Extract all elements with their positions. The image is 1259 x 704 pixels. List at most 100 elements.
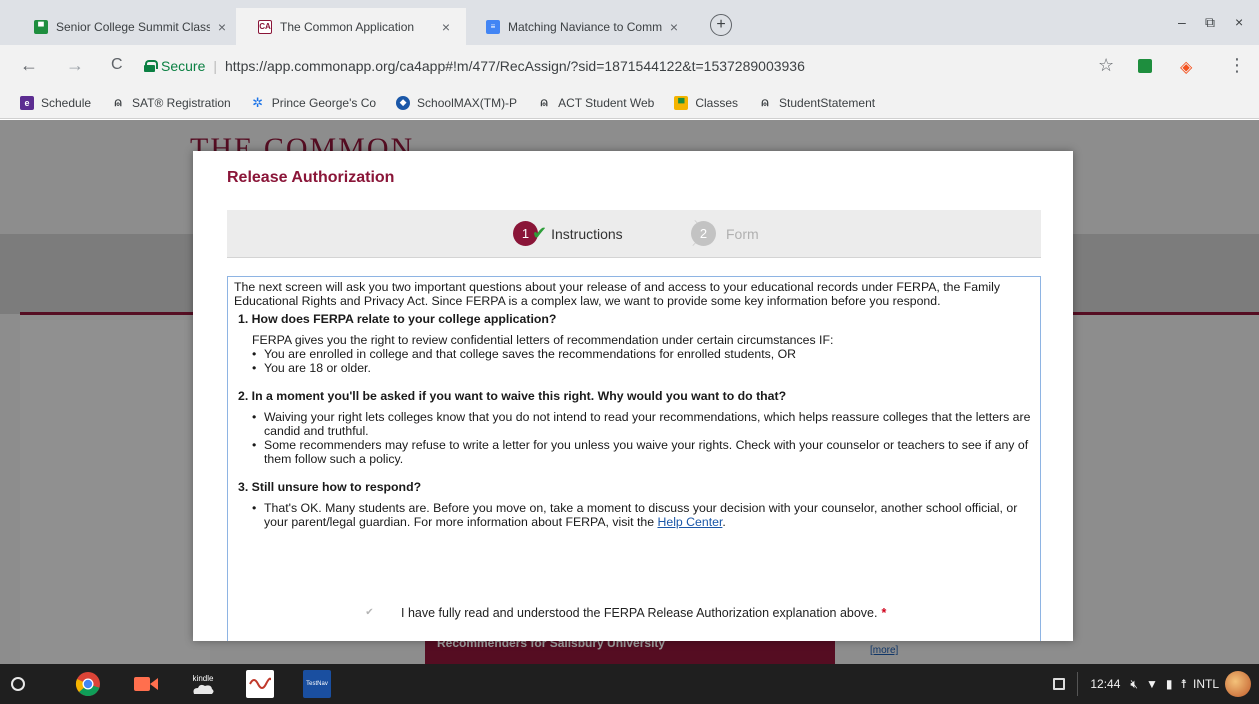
intro-text: The next screen will ask you two importa…: [234, 280, 1000, 308]
chrome-icon[interactable]: [74, 670, 102, 698]
sat-icon: ⍝: [114, 95, 122, 109]
classroom-extension-icon[interactable]: [1138, 59, 1152, 73]
desmos-icon[interactable]: [246, 670, 274, 698]
step-label: Instructions: [551, 225, 623, 242]
bookmark-label: Prince George's Co: [271, 95, 377, 110]
url-separator: |: [213, 58, 217, 74]
step-label: Form: [726, 225, 759, 242]
list-item: Some recommenders may refuse to write a …: [252, 438, 1034, 466]
required-marker: *: [881, 606, 887, 620]
secure-label: Secure: [161, 58, 206, 74]
list-item: Waiving your right lets colleges know th…: [252, 410, 1034, 438]
question-1: 1. How does FERPA relate to your college…: [238, 312, 1034, 375]
question-2: 2. In a moment you'll be asked if you wa…: [238, 389, 1034, 466]
status-tray[interactable]: 12:44 🔇︎ ▼ ▮ ☨ INTL: [1053, 664, 1259, 704]
pgcps-icon: ✲: [252, 94, 264, 110]
bullet-end: .: [722, 515, 726, 529]
bookmark-star-icon[interactable]: ☆: [1098, 55, 1114, 76]
bullet-list: Waiving your right lets colleges know th…: [252, 410, 1034, 466]
bookmark-classes[interactable]: ▀ Classes: [674, 95, 739, 110]
bookmark-act-student-web[interactable]: ⍝ ACT Student Web: [537, 95, 655, 110]
bookmark-label: SchoolMAX(TM)-P: [417, 95, 518, 110]
keyboard-layout: INTL: [1192, 677, 1219, 691]
close-tab-icon[interactable]: ×: [218, 19, 226, 35]
testnav-icon[interactable]: TestNav: [303, 670, 331, 698]
e-icon: e: [20, 95, 34, 110]
tab-title: Senior College Summit Class o: [56, 19, 210, 34]
menu-icon[interactable]: ⋮: [1228, 55, 1246, 76]
bookmark-schoolmax[interactable]: ◆ SchoolMAX(TM)-P: [396, 95, 518, 110]
launcher-icon[interactable]: [11, 677, 25, 691]
forward-button[interactable]: →: [66, 55, 84, 76]
screencastify-icon[interactable]: [132, 670, 160, 698]
instructions-content[interactable]: The next screen will ask you two importa…: [227, 276, 1041, 641]
classroom-icon: ▀: [674, 95, 689, 110]
close-tab-icon[interactable]: ×: [670, 19, 678, 35]
acknowledgement-label: I have fully read and understood the FER…: [401, 606, 878, 620]
tab-title: The Common Application: [280, 19, 415, 34]
acknowledgement-row: ✔ I have fully read and understood the F…: [364, 606, 886, 620]
bookmark-label: Schedule: [41, 95, 92, 110]
question-heading: 1. How does FERPA relate to your college…: [238, 312, 557, 326]
bookmark-label: StudentStatement: [779, 95, 876, 110]
step-instructions: 1 ✔ Instructions: [513, 221, 623, 246]
list-item: You are 18 or older.: [252, 361, 1034, 375]
wifi-icon: ▼: [1145, 677, 1158, 691]
bullet-text: That's OK. Many students are. Before you…: [264, 501, 1018, 529]
question-heading: 2. In a moment you'll be asked if you wa…: [238, 389, 787, 403]
bookmark-sat-registration[interactable]: ⍝ SAT® Registration: [111, 95, 230, 110]
bookmark-schedule[interactable]: e Schedule: [20, 95, 92, 110]
new-tab-button[interactable]: +: [710, 14, 732, 36]
help-center-link[interactable]: Help Center: [657, 515, 722, 529]
restore-button[interactable]: ⧉: [1205, 14, 1215, 31]
step-form: 2 Form: [691, 221, 759, 246]
notification-icon: [1053, 678, 1066, 690]
bookmark-studentstatement[interactable]: ⍝ StudentStatement: [758, 95, 876, 110]
checkmark-icon: ✔: [532, 223, 548, 243]
address-bar[interactable]: Secure | https://app.commonapp.org/ca4ap…: [144, 52, 1154, 80]
act-icon: ⍝: [540, 95, 548, 109]
acknowledgement-checkbox[interactable]: ✔: [364, 607, 375, 619]
bookmark-label: Classes: [695, 95, 739, 110]
bookmark-label: ACT Student Web: [558, 95, 655, 110]
question-3: 3. Still unsure how to respond? That's O…: [238, 480, 1034, 529]
bookmark-prince-georges[interactable]: ✲ Prince George's Co: [251, 94, 377, 110]
clock: 12:44: [1090, 677, 1121, 691]
tab-common-application[interactable]: CA The Common Application ×: [236, 8, 466, 45]
browser-toolbar: ← → C Secure | https://app.commonapp.org…: [0, 45, 1259, 87]
os-shelf: kindle TestNav 12:44 🔇︎ ▼ ▮ ☨ INTL: [0, 664, 1259, 704]
tray-divider: [1077, 672, 1079, 696]
list-item: That's OK. Many students are. Before you…: [252, 501, 1034, 529]
question-text: FERPA gives you the right to review conf…: [252, 333, 834, 347]
step-number: 2: [691, 221, 716, 246]
minimize-button[interactable]: –: [1178, 14, 1186, 30]
kindle-label: kindle: [192, 673, 214, 683]
close-tab-icon[interactable]: ×: [442, 19, 450, 35]
accessibility-icon: ☨: [1180, 677, 1187, 691]
screencastify-extension-icon[interactable]: ◈: [1180, 57, 1192, 77]
kindle-icon[interactable]: kindle: [189, 670, 217, 698]
back-button[interactable]: ←: [20, 55, 38, 76]
schoolmax-icon: ◆: [396, 95, 411, 110]
dialog-title: Release Authorization: [227, 169, 395, 186]
lock-icon: [144, 60, 158, 72]
close-window-button[interactable]: ×: [1235, 14, 1243, 30]
tab-title: Matching Naviance to Commo: [508, 19, 662, 34]
user-avatar: [1225, 671, 1251, 697]
docs-icon: ≡: [486, 19, 500, 34]
mute-icon: 🔇︎: [1130, 676, 1138, 691]
student-icon: ⍝: [761, 95, 769, 109]
tab-strip: ▀ Senior College Summit Class o × CA The…: [0, 0, 1259, 45]
battery-icon: ▮: [1165, 677, 1173, 691]
tab-matching-naviance[interactable]: ≡ Matching Naviance to Commo ×: [464, 8, 694, 45]
question-heading: 3. Still unsure how to respond?: [238, 480, 422, 494]
tab-senior-college-summit[interactable]: ▀ Senior College Summit Class o ×: [12, 8, 242, 45]
ca-icon: CA: [258, 19, 272, 34]
bookmarks-bar: e Schedule ⍝ SAT® Registration ✲ Prince …: [0, 87, 1259, 119]
url-text: https://app.commonapp.org/ca4app#!m/477/…: [225, 58, 805, 74]
bullet-list: You are enrolled in college and that col…: [252, 347, 1034, 375]
testnav-label: TestNav: [306, 681, 328, 687]
classroom-icon: ▀: [34, 19, 48, 34]
reload-button[interactable]: C: [111, 56, 123, 74]
release-authorization-dialog: Release Authorization 1 ✔ Instructions 2…: [193, 151, 1073, 641]
